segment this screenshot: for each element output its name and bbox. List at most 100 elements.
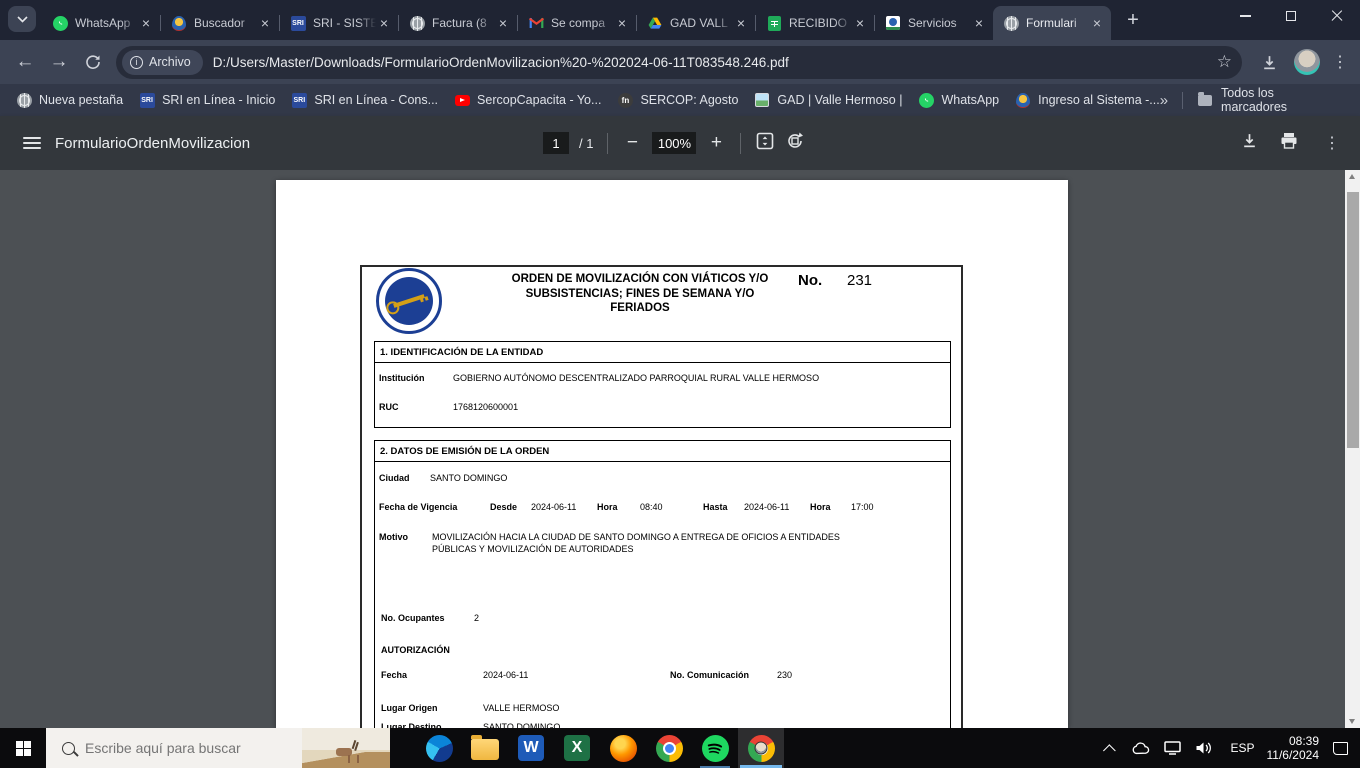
taskbar-firefox-button[interactable]	[600, 728, 646, 768]
bookmark-label: SercopCapacita - Yo...	[477, 93, 601, 107]
motivo-value-line2: PÚBLICAS Y MOVILIZACIÓN DE AUTORIDADES	[432, 543, 634, 555]
pdf-more-button[interactable]: ⋮	[1320, 133, 1344, 153]
tab-close-icon[interactable]: ×	[138, 15, 154, 31]
bookmark-ingreso-sistema[interactable]: Ingreso al Sistema -...	[1015, 92, 1160, 108]
taskbar-chrome-button[interactable]	[646, 728, 692, 768]
drive-icon	[647, 15, 663, 31]
bookmark-nueva-pestana[interactable]: Nueva pestaña	[16, 92, 123, 108]
pdf-page: ORDEN DE MOVILIZACIÓN CON VIÁTICOS Y/O S…	[276, 180, 1068, 728]
bookmark-sri-consultas[interactable]: SRI SRI en Línea - Cons...	[291, 92, 438, 108]
institucion-value: GOBIERNO AUTÓNOMO DESCENTRALIZADO PARROQ…	[453, 372, 819, 384]
lugar-destino-value: SANTO DOMINGO	[483, 721, 560, 728]
scroll-up-arrow[interactable]	[1349, 174, 1355, 179]
hora1-label: Hora	[597, 501, 618, 513]
zoom-in-button[interactable]: +	[706, 132, 726, 154]
url-text[interactable]: D:/Users/Master/Downloads/FormularioOrde…	[213, 55, 1209, 70]
maximize-button[interactable]	[1268, 0, 1314, 32]
minimize-icon	[1240, 15, 1251, 17]
tab-formulario-active[interactable]: Formulari ×	[993, 6, 1111, 40]
tab-search-button[interactable]	[8, 6, 36, 32]
bookmark-sri-inicio[interactable]: SRI SRI en Línea - Inicio	[139, 92, 275, 108]
tab-servicios[interactable]: Servicios ×	[875, 6, 993, 40]
taskbar-excel-button[interactable]: X	[554, 728, 600, 768]
tab-close-icon[interactable]: ×	[376, 15, 392, 31]
volume-icon[interactable]	[1195, 741, 1212, 755]
bookmark-label: SRI en Línea - Cons...	[314, 93, 438, 107]
bookmark-label: WhatsApp	[941, 93, 999, 107]
language-indicator[interactable]: ESP	[1230, 741, 1254, 755]
reload-button[interactable]	[76, 45, 110, 79]
taskbar-explorer-button[interactable]	[462, 728, 508, 768]
address-bar[interactable]: i Archivo D:/Users/Master/Downloads/Form…	[116, 46, 1242, 79]
taskbar-spotify-button[interactable]	[692, 728, 738, 768]
taskbar-search-input[interactable]	[85, 740, 275, 756]
bookmark-star-icon[interactable]: ☆	[1217, 52, 1232, 72]
start-button[interactable]	[0, 728, 46, 768]
pdf-scrollbar[interactable]	[1345, 170, 1360, 728]
fn-icon: fn	[617, 92, 633, 108]
tab-factura[interactable]: Factura (8 ×	[399, 6, 517, 40]
taskbar-search-box[interactable]	[46, 728, 390, 768]
downloads-button[interactable]	[1252, 45, 1286, 79]
taskbar-chrome-active-button[interactable]	[738, 728, 784, 768]
tab-close-icon[interactable]: ×	[971, 15, 987, 31]
tab-close-icon[interactable]: ×	[257, 15, 273, 31]
forward-button[interactable]: →	[42, 45, 76, 79]
tray-expand-icon[interactable]	[1103, 744, 1116, 757]
onedrive-icon[interactable]	[1132, 742, 1150, 755]
page-number-input[interactable]: 1	[543, 132, 569, 154]
window-controls	[1222, 0, 1360, 40]
pdf-print-button[interactable]	[1280, 132, 1298, 154]
zoom-out-button[interactable]: −	[622, 132, 642, 154]
fit-page-button[interactable]	[755, 131, 775, 156]
clock[interactable]: 08:39 11/6/2024	[1267, 734, 1320, 762]
rotate-button[interactable]	[785, 131, 805, 156]
tab-close-icon[interactable]: ×	[733, 15, 749, 31]
bookmark-label: Nueva pestaña	[39, 93, 123, 107]
network-icon[interactable]	[1164, 741, 1181, 755]
tab-buscador[interactable]: Buscador ×	[161, 6, 279, 40]
tab-close-icon[interactable]: ×	[852, 15, 868, 31]
bookmark-gad-valle-hermoso[interactable]: GAD | Valle Hermoso |	[754, 92, 902, 108]
bookmark-sercop-youtube[interactable]: SercopCapacita - Yo...	[454, 92, 601, 108]
browser-toolbar: ← → i Archivo D:/Users/Master/Downloads/…	[0, 40, 1360, 84]
browser-menu-button[interactable]: ⋮	[1328, 52, 1352, 72]
clock-date: 11/6/2024	[1267, 748, 1320, 762]
search-highlight-image[interactable]	[302, 728, 390, 768]
pdf-download-button[interactable]	[1241, 132, 1258, 154]
tab-recibido[interactable]: RECIBIDO ×	[756, 6, 874, 40]
all-bookmarks-label: Todos los marcadores	[1221, 86, 1342, 114]
bookmarks-overflow-button[interactable]: »	[1160, 92, 1168, 109]
taskbar-edge-button[interactable]	[416, 728, 462, 768]
whatsapp-icon	[52, 15, 68, 31]
back-button[interactable]: ←	[8, 45, 42, 79]
bookmark-label: SERCOP: Agosto	[640, 93, 738, 107]
gmail-icon	[528, 15, 544, 31]
taskbar-word-button[interactable]: W	[508, 728, 554, 768]
tab-drive[interactable]: GAD VALL ×	[637, 6, 755, 40]
file-explorer-icon	[471, 739, 499, 760]
tab-gmail[interactable]: Se compa ×	[518, 6, 636, 40]
download-icon	[1241, 132, 1258, 149]
action-center-icon[interactable]	[1333, 742, 1348, 755]
profile-avatar[interactable]	[1294, 49, 1320, 75]
tab-close-icon[interactable]: ×	[495, 15, 511, 31]
scrollbar-thumb[interactable]	[1347, 192, 1359, 448]
info-icon: i	[130, 56, 143, 69]
pdf-viewport[interactable]: ORDEN DE MOVILIZACIÓN CON VIÁTICOS Y/O S…	[0, 170, 1360, 728]
all-bookmarks-button[interactable]: Todos los marcadores	[1197, 86, 1342, 114]
zoom-level-input[interactable]: 100%	[652, 132, 696, 154]
close-button[interactable]	[1314, 0, 1360, 32]
minimize-button[interactable]	[1222, 0, 1268, 32]
tab-sri[interactable]: SRI SRI - SISTE ×	[280, 6, 398, 40]
section-1-box: 1. IDENTIFICACIÓN DE LA ENTIDAD	[374, 341, 951, 428]
tab-whatsapp[interactable]: WhatsApp ×	[42, 6, 160, 40]
pdf-menu-icon[interactable]	[23, 137, 41, 149]
file-scheme-chip[interactable]: i Archivo	[122, 50, 203, 75]
bookmark-sercop-agosto[interactable]: fn SERCOP: Agosto	[617, 92, 738, 108]
bookmark-whatsapp[interactable]: WhatsApp	[918, 92, 999, 108]
scroll-down-arrow[interactable]	[1349, 719, 1355, 724]
tab-close-icon[interactable]: ×	[1089, 15, 1105, 31]
new-tab-button[interactable]: +	[1119, 6, 1147, 34]
tab-close-icon[interactable]: ×	[614, 15, 630, 31]
